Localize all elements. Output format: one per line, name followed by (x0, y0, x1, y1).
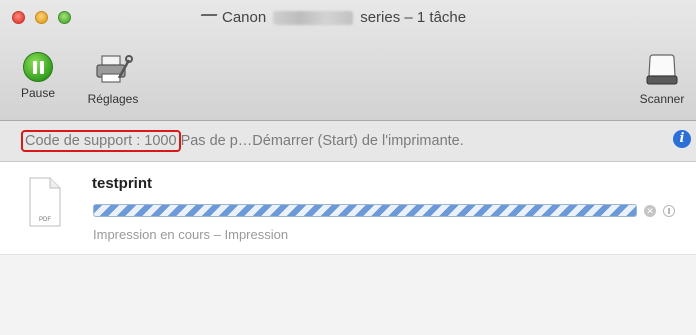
settings-button[interactable]: Réglages (78, 52, 148, 106)
status-detail: Pas de p…Démarrer (Start) de l'imprimant… (180, 133, 464, 149)
printer-settings-icon (96, 55, 133, 83)
print-queue-window: Canon series – 1 tâche Pause Réglages Sc… (0, 0, 696, 335)
status-bar: Code de support : 1000 Pas de p…Démarrer … (0, 121, 696, 162)
window-title: Canon series – 1 tâche (198, 9, 467, 26)
title-prefix: Canon (222, 9, 267, 26)
settings-label: Réglages (87, 92, 139, 106)
title-suffix: series – 1 tâche (360, 9, 467, 26)
redacted-model-name (273, 10, 354, 25)
pause-label: Pause (20, 86, 56, 100)
minimize-icon[interactable] (35, 11, 48, 24)
scanner-button[interactable]: Scanner (630, 52, 694, 106)
stop-icon[interactable]: ✕ (644, 205, 656, 217)
pause-icon (23, 52, 53, 82)
support-code: Code de support : 1000 (21, 130, 181, 152)
file-type-label: PDF (39, 217, 51, 223)
pdf-file-icon: PDF (29, 177, 61, 227)
info-icon[interactable]: i (673, 130, 691, 148)
job-list: PDF testprint ✕ Impression en cours – Im… (0, 162, 696, 335)
zoom-icon[interactable] (58, 11, 71, 24)
scanner-icon (646, 54, 678, 85)
close-icon[interactable] (12, 11, 25, 24)
hold-icon[interactable] (663, 205, 675, 217)
scanner-label: Scanner (639, 92, 685, 106)
job-status: Impression en cours – Impression (93, 227, 289, 242)
status-message: Code de support : 1000 Pas de p…Démarrer … (21, 130, 464, 152)
empty-list-area (0, 255, 696, 335)
title-bar: Canon series – 1 tâche Pause Réglages Sc… (0, 0, 696, 121)
job-name: testprint (92, 175, 152, 192)
job-progress-bar (93, 204, 637, 217)
printer-icon (198, 13, 218, 22)
pause-button[interactable]: Pause (16, 52, 60, 100)
job-row[interactable]: PDF testprint ✕ Impression en cours – Im… (0, 162, 696, 255)
